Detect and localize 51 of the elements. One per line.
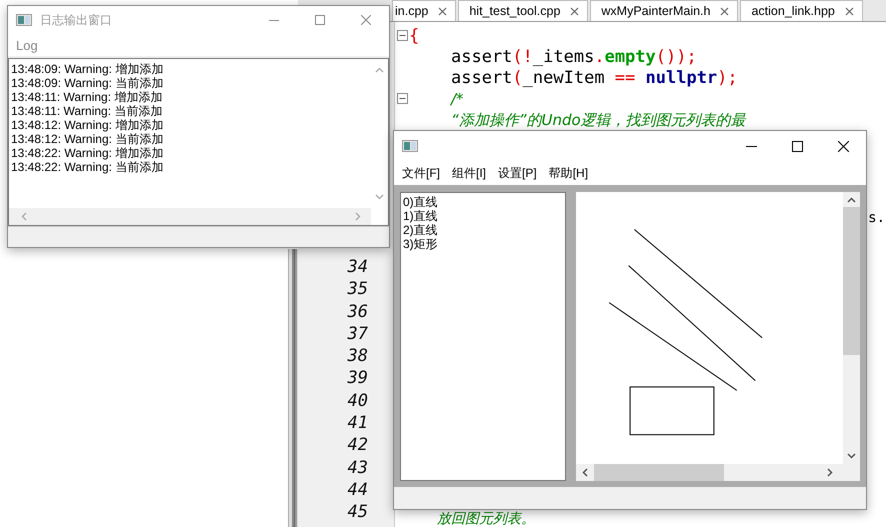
- code-line: “添加操作”的Undo逻辑，找到图元列表的最: [450, 110, 746, 130]
- scrollbar-thumb[interactable]: [843, 207, 860, 355]
- line-number: 40: [346, 390, 369, 412]
- file-tab[interactable]: action_link.hpp: [740, 0, 863, 21]
- maximize-icon[interactable]: [792, 140, 802, 152]
- shape-list-item[interactable]: 1)直线: [403, 209, 563, 223]
- vertical-scrollbar[interactable]: [843, 192, 860, 464]
- log-entry: 13:48:11: Warning: 增加添加: [11, 90, 164, 104]
- app-icon: [402, 140, 418, 152]
- shape-list-item[interactable]: 2)直线: [403, 223, 563, 237]
- shape-list-item[interactable]: 3)矩形: [403, 237, 563, 251]
- line-number: 36: [346, 300, 369, 323]
- fold-icon[interactable]: [396, 93, 408, 104]
- code-line: /*: [449, 88, 464, 108]
- menu-item[interactable]: 组件[I]: [450, 164, 492, 182]
- menu-item[interactable]: 设置[P]: [496, 164, 543, 182]
- line-number: 43: [346, 456, 369, 479]
- code-fragment: s.: [868, 210, 886, 226]
- line-number: 37: [346, 322, 369, 346]
- log-entry: 13:48:09: Warning: 增加添加: [11, 62, 164, 76]
- line-number: 39: [346, 367, 369, 390]
- log-entry: 13:48:09: Warning: 当前添加: [11, 76, 164, 90]
- line-number: 45: [346, 501, 369, 524]
- line-number: 35: [346, 278, 369, 301]
- scrollbar-thumb[interactable]: [594, 464, 724, 481]
- shape-list-item[interactable]: 0)直线: [403, 195, 563, 209]
- panel-splitter[interactable]: [288, 249, 298, 527]
- file-tab[interactable]: in.cpp: [392, 0, 456, 21]
- code-line: {: [409, 26, 420, 46]
- window-title: 日志输出窗口: [40, 12, 112, 28]
- code-line: assert(!_items.empty());: [450, 46, 697, 66]
- file-tab[interactable]: wxMyPainterMain.h: [590, 0, 738, 21]
- code-line: assert(_newItem == nullptr);: [450, 68, 738, 88]
- log-entry: 13:48:11: Warning: 当前添加: [11, 104, 164, 118]
- line-number: 41: [346, 412, 369, 434]
- line-number: 34: [346, 256, 369, 278]
- app-icon: [16, 14, 32, 26]
- line-number: 42: [346, 434, 369, 457]
- log-entry: 13:48:12: Warning: 当前添加: [11, 132, 164, 146]
- close-icon[interactable]: [838, 140, 848, 152]
- code-comment: 放回图元列表。: [437, 511, 535, 527]
- fold-icon[interactable]: [396, 30, 408, 41]
- menu-item[interactable]: Log: [14, 38, 44, 52]
- log-entry: 13:48:12: Warning: 增加添加: [11, 118, 164, 132]
- line-number: 44: [346, 478, 369, 502]
- line-number: 38: [346, 345, 369, 368]
- menu-item[interactable]: 文件[F]: [400, 164, 446, 182]
- log-entry: 13:48:22: Warning: 当前添加: [11, 160, 164, 174]
- log-entry: 13:48:22: Warning: 增加添加: [11, 146, 164, 160]
- menu-item[interactable]: 帮助[H]: [546, 164, 594, 182]
- file-tab[interactable]: hit_test_tool.cpp: [458, 0, 588, 21]
